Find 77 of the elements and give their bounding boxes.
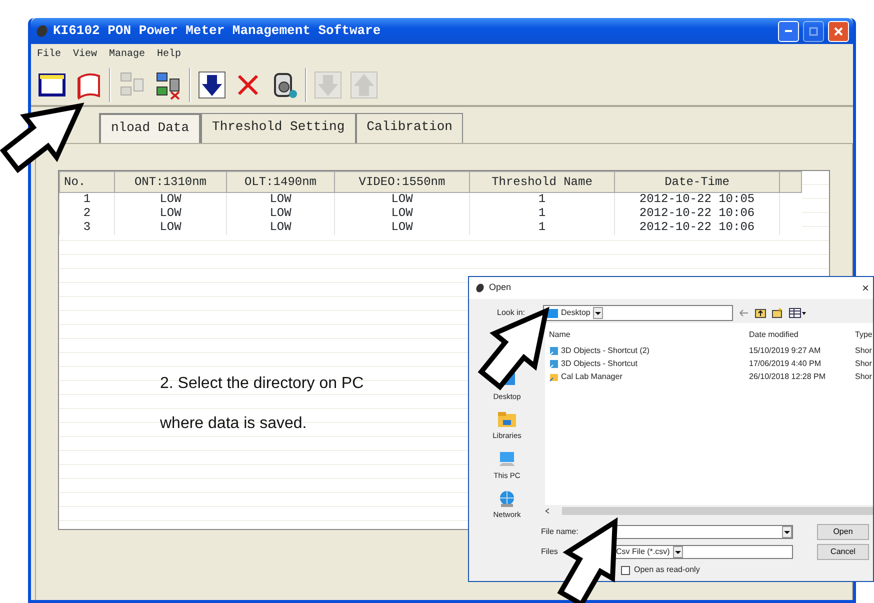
table-cell: LOW	[114, 192, 226, 206]
tab[interactable]: nload Data	[99, 113, 202, 143]
file-date: 17/06/2019 4:40 PM	[749, 358, 822, 370]
scrollbar-thumb[interactable]	[562, 506, 873, 514]
table-cell: LOW	[334, 220, 470, 234]
shortcut-icon	[549, 346, 559, 356]
menu-item[interactable]: File	[37, 47, 62, 62]
field-label: File name:	[541, 526, 580, 538]
combo-value: Csv File (*.csv)	[616, 546, 670, 558]
file-date: 15/10/2019 9:27 AM	[749, 345, 822, 357]
menu-item[interactable]: Help	[157, 47, 182, 62]
computer-icon	[496, 450, 517, 468]
look-in-dropdown[interactable]: Desktop	[543, 305, 734, 321]
table-cell: LOW	[226, 206, 334, 220]
folder-icon	[496, 410, 517, 430]
scroll-left-icon[interactable]	[545, 506, 550, 514]
menu-item[interactable]: View	[73, 47, 98, 62]
file-type: Shor	[855, 345, 873, 357]
file-date: 26/10/2018 12:28 PM	[749, 371, 827, 383]
minimize-icon	[785, 30, 792, 32]
table-cell: LOW	[114, 220, 226, 234]
view-menu-icon[interactable]	[789, 308, 808, 318]
column-header[interactable]: Type	[855, 329, 873, 341]
table-cell: LOW	[226, 192, 334, 206]
folder-icon	[549, 372, 559, 382]
table-cell: 2012-10-22 10:05	[614, 192, 780, 206]
table-cell: 2012-10-22 10:06	[614, 206, 780, 220]
tab[interactable]: Threshold Setting	[201, 113, 356, 143]
table-cell: 1	[60, 192, 114, 206]
table-cell: LOW	[334, 192, 470, 206]
file-name[interactable]: 3D Objects - Shortcut	[561, 358, 638, 370]
file-name[interactable]: 3D Objects - Shortcut (2)	[561, 345, 650, 357]
file-type: Shor	[855, 371, 873, 383]
table-cell: LOW	[334, 206, 470, 220]
checkbox-label[interactable]: Open as read-only	[634, 564, 700, 576]
field-label: Files	[541, 546, 559, 558]
column-header[interactable]: Threshold Name	[470, 172, 614, 192]
table-cell: LOW	[226, 220, 334, 234]
table-cell: 3	[60, 220, 114, 234]
table-cell: 2	[60, 206, 114, 220]
column-header[interactable]: No.	[60, 172, 114, 192]
cancel-button[interactable]: Cancel	[817, 544, 869, 560]
back-arrow-icon[interactable]	[739, 308, 750, 318]
table-cell: 1	[470, 220, 614, 234]
menu-item[interactable]: Manage	[109, 47, 146, 62]
app-icon	[475, 283, 485, 293]
tab[interactable]: Calibration	[356, 113, 464, 143]
dialog-title: Open	[489, 281, 512, 294]
column-header[interactable]: Date-Time	[614, 172, 780, 192]
maximize-button[interactable]	[803, 20, 824, 42]
file-name[interactable]: Cal Lab Manager	[561, 371, 622, 383]
table-cell: LOW	[114, 206, 226, 220]
close-icon	[834, 26, 843, 36]
column-header[interactable]: Name	[549, 329, 749, 341]
checkbox[interactable]	[621, 566, 630, 574]
file-type-dropdown[interactable]: Csv File (*.csv)	[613, 545, 793, 559]
table-cell: 1	[470, 192, 614, 206]
column-header[interactable]: ONT:1310nm	[114, 172, 226, 192]
up-folder-icon[interactable]	[755, 308, 766, 318]
close-button[interactable]	[828, 20, 849, 42]
window-title: KI6102 PON Power Meter Management Software	[53, 22, 381, 40]
close-button[interactable]: ×	[862, 279, 869, 297]
minimize-button[interactable]	[778, 20, 799, 42]
app-icon	[35, 24, 49, 38]
open-button[interactable]: Open	[817, 524, 869, 540]
field-label: Look in:	[497, 307, 526, 319]
column-header[interactable]: VIDEO:1550nm	[334, 172, 470, 192]
instruction-text: 2. Select the directory on PC where data is saved.	[160, 374, 365, 434]
column-header[interactable]: OLT:1490nm	[226, 172, 334, 192]
column-header[interactable]: Date modified	[749, 329, 855, 341]
table-cell: 2012-10-22 10:06	[614, 220, 780, 234]
maximize-icon	[809, 26, 818, 36]
file-type: Shor	[855, 358, 873, 370]
table-cell: 1	[470, 206, 614, 220]
shortcut-icon	[549, 359, 559, 369]
combo-value: Desktop	[561, 307, 590, 319]
new-folder-icon[interactable]	[772, 308, 784, 318]
